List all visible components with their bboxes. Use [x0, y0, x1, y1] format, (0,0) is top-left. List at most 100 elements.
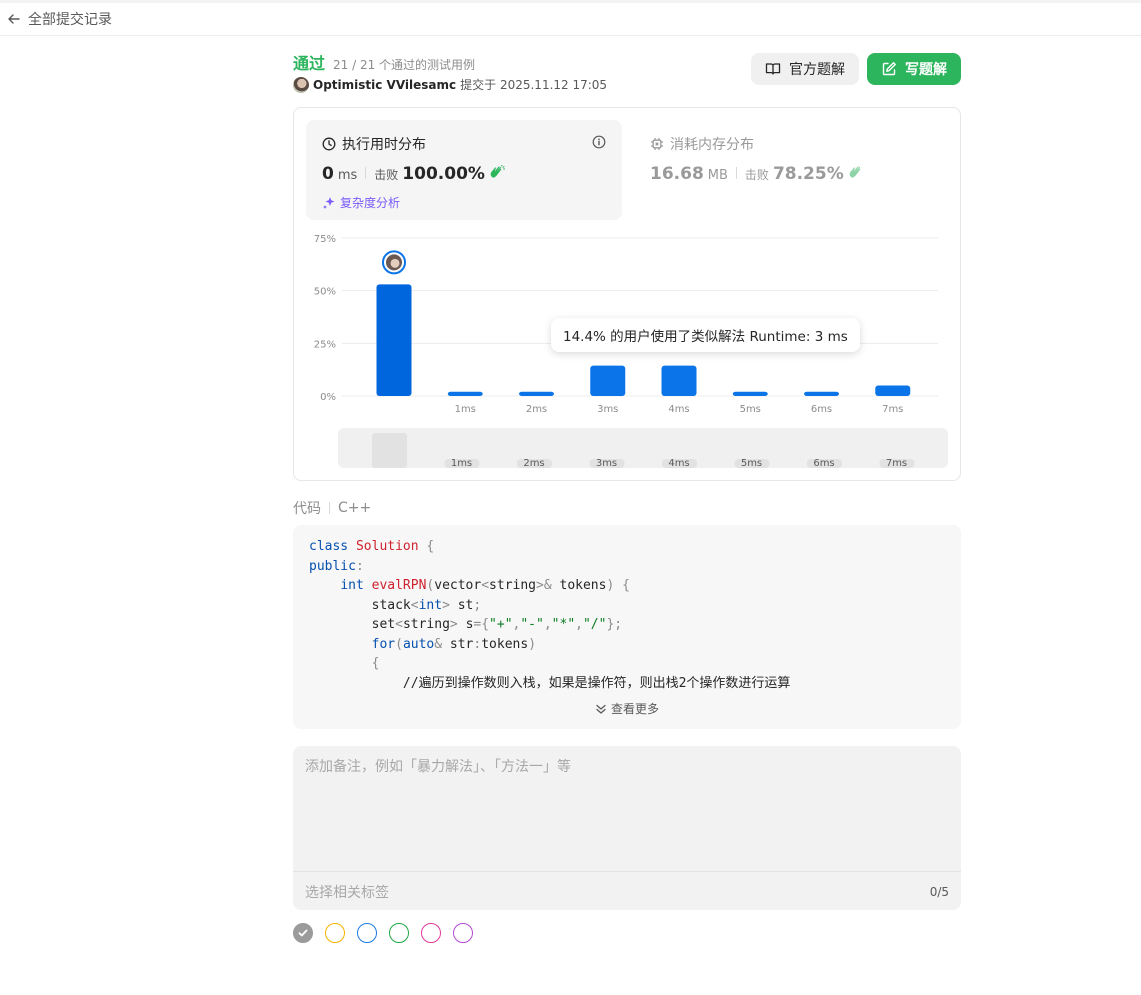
- memory-panel[interactable]: 消耗内存分布 16.68 MB 击败 78.25%: [634, 120, 950, 220]
- color-picker: [293, 923, 473, 943]
- code-line: int evalRPN(vector<string>& tokens) {: [340, 578, 630, 593]
- memory-unit: MB: [707, 168, 728, 183]
- scroller-tick-label: 1ms: [451, 458, 472, 468]
- runtime-title: 执行用时分布: [322, 134, 426, 154]
- clock-icon: [322, 137, 336, 151]
- code-line: for(auto& str:tokens): [371, 636, 537, 652]
- chart-tooltip: 14.4% 的用户使用了类似解法 Runtime: 3 ms: [551, 318, 860, 352]
- x-tick-label: 4ms: [668, 404, 689, 414]
- y-tick-label: 0%: [320, 392, 336, 403]
- x-tick-label: 2ms: [526, 404, 547, 414]
- book-icon: [765, 63, 781, 75]
- code-content: class Solution { public: int evalRPN(vect…: [309, 537, 790, 693]
- show-more-button[interactable]: 查看更多: [293, 700, 961, 717]
- chip-icon: [651, 138, 663, 150]
- top-bar: 全部提交记录: [0, 0, 1141, 36]
- scroller-tick-label: 7ms: [886, 458, 907, 468]
- code-line: class Solution {: [309, 539, 435, 554]
- chart-bar: [447, 391, 483, 396]
- avatar[interactable]: [293, 76, 309, 93]
- runtime-title-label: 执行用时分布: [342, 137, 426, 153]
- code-label: 代码: [293, 501, 321, 517]
- clap-icon: [848, 164, 864, 183]
- memory-beats-value: 78.25%: [772, 164, 844, 184]
- chart-bar: [519, 391, 554, 396]
- official-solution-label: 官方题解: [789, 62, 845, 78]
- scroller-bar: [372, 433, 407, 468]
- scroller-tick-label: 6ms: [813, 458, 834, 468]
- check-icon: [298, 929, 308, 937]
- color-option[interactable]: [325, 923, 345, 943]
- status-label: 通过: [293, 54, 326, 73]
- color-option[interactable]: [453, 923, 473, 943]
- clap-icon: [489, 164, 506, 183]
- memory-beats-label: 击败: [744, 168, 769, 182]
- x-tick-label: 5ms: [740, 404, 761, 414]
- chart-bar: [376, 284, 412, 396]
- write-solution-button[interactable]: 写题解: [867, 53, 961, 85]
- status-row: 通过 21 / 21 个通过的测试用例: [293, 50, 475, 74]
- divider: [329, 502, 330, 514]
- color-option-selected[interactable]: [293, 923, 313, 943]
- code-block[interactable]: class Solution { public: int evalRPN(vect…: [293, 525, 961, 729]
- scroller-tick-label: 3ms: [596, 458, 617, 468]
- runtime-unit: ms: [337, 168, 358, 183]
- performance-card: 执行用时分布 0 ms 击败 100.00% 复杂度分析 消耗内存分布 16.6…: [293, 107, 961, 481]
- note-panel: 选择相关标签 0/5: [293, 746, 961, 910]
- runtime-value: 0: [322, 164, 334, 184]
- author-name[interactable]: Optimistic VVilesamc: [313, 78, 456, 92]
- info-icon[interactable]: [592, 134, 606, 153]
- edit-icon: [882, 62, 896, 76]
- color-option[interactable]: [357, 923, 377, 943]
- color-option[interactable]: [421, 923, 441, 943]
- y-tick-label: 25%: [314, 339, 336, 350]
- scroller-tick-label: 2ms: [523, 458, 544, 468]
- chart-range-scroller[interactable]: 1ms 2ms 3ms 4ms 5ms 6ms 7ms: [338, 428, 948, 468]
- runtime-panel[interactable]: 执行用时分布 0 ms 击败 100.00% 复杂度分析: [306, 120, 622, 220]
- memory-value: 16.68: [650, 164, 704, 184]
- x-tick-label: 1ms: [455, 404, 476, 414]
- tag-count: 0/5: [929, 885, 949, 899]
- color-option[interactable]: [389, 923, 409, 943]
- runtime-stats: 0 ms 击败 100.00%: [322, 164, 506, 184]
- x-tick-label: 6ms: [811, 404, 832, 414]
- submitted-time: 提交于 2025.11.12 17:05: [460, 78, 608, 92]
- write-solution-label: 写题解: [905, 62, 947, 78]
- code-line: set<string> s={"+","-","*","/"};: [371, 617, 623, 632]
- complexity-analysis-link[interactable]: 复杂度分析: [322, 194, 400, 211]
- avatar-face-icon: [390, 258, 400, 268]
- chart-bar: [732, 391, 768, 396]
- complexity-analysis-label: 复杂度分析: [340, 196, 401, 210]
- code-line: stack<int> st;: [371, 597, 482, 613]
- chart-bar: [590, 365, 626, 396]
- runtime-beats-label: 击败: [374, 168, 399, 182]
- author-row: Optimistic VVilesamc 提交于 2025.11.12 17:0…: [293, 76, 607, 93]
- chevron-double-down-icon: [596, 704, 606, 714]
- tests-passed: 21 / 21 个通过的测试用例: [333, 58, 476, 72]
- memory-stats: 16.68 MB 击败 78.25%: [650, 164, 864, 184]
- scroller-tick-label: 4ms: [668, 458, 689, 468]
- runtime-beats-value: 100.00%: [402, 164, 485, 184]
- chart-bar: [875, 385, 911, 396]
- code-header: 代码 C++: [293, 498, 371, 518]
- code-language: C++: [338, 500, 372, 516]
- code-line: {: [371, 656, 380, 671]
- y-tick-label: 50%: [314, 287, 336, 298]
- chart-bar: [804, 391, 839, 396]
- memory-title-label: 消耗内存分布: [670, 137, 754, 153]
- show-more-label: 查看更多: [610, 702, 659, 716]
- code-line: public:: [309, 558, 364, 574]
- divider: [365, 167, 367, 179]
- back-link[interactable]: 全部提交记录: [28, 9, 112, 29]
- chart-bar: [661, 365, 697, 396]
- scroller-tick-label: 5ms: [741, 458, 762, 468]
- x-tick-label: 7ms: [882, 404, 903, 414]
- divider: [293, 871, 961, 872]
- sparkle-icon: [323, 196, 335, 209]
- tag-selector[interactable]: 选择相关标签: [305, 882, 389, 902]
- memory-title: 消耗内存分布: [650, 134, 754, 154]
- note-input[interactable]: [293, 746, 961, 871]
- back-arrow-icon[interactable]: [6, 11, 22, 27]
- official-solution-button[interactable]: 官方题解: [751, 53, 859, 85]
- x-tick-label: 3ms: [597, 404, 618, 414]
